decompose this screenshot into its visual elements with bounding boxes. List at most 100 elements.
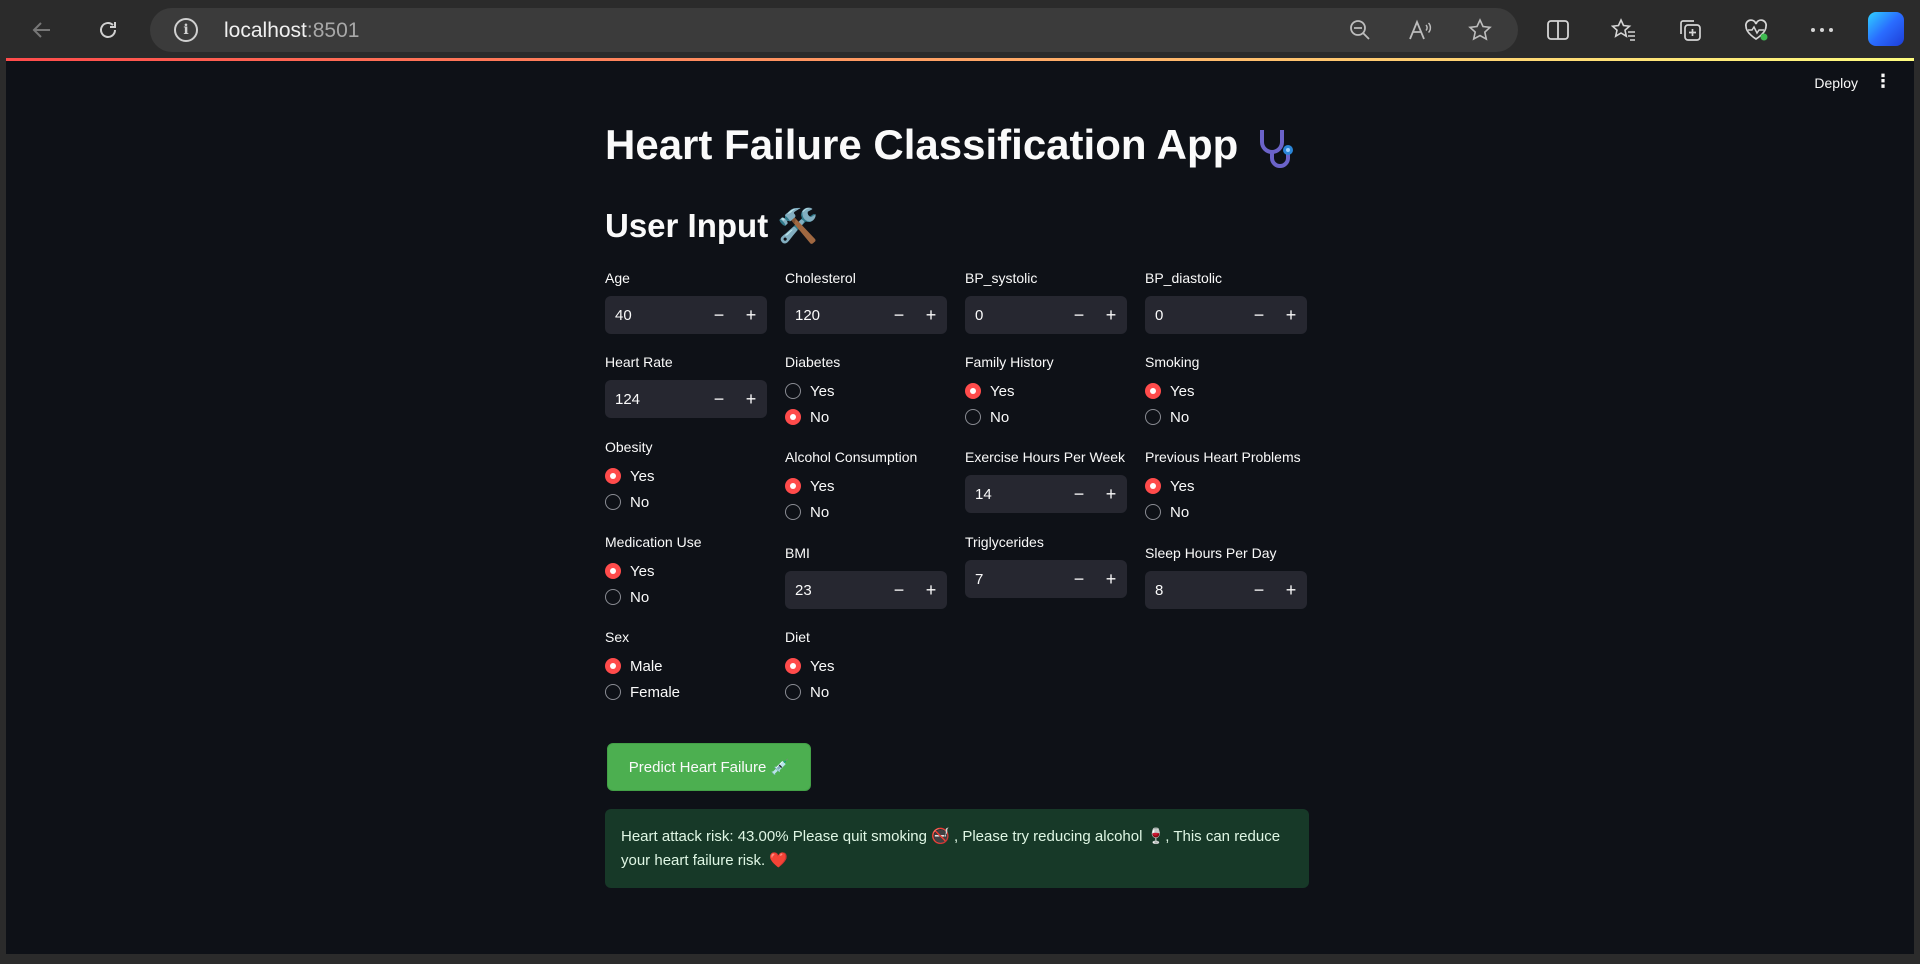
increment-button[interactable]: + <box>915 296 947 334</box>
radio-option-male[interactable]: Male <box>605 657 769 675</box>
decrement-button[interactable]: − <box>1063 475 1095 513</box>
medication-radio-group: Medication Use Yes No <box>605 534 769 606</box>
radio-button[interactable] <box>605 494 621 510</box>
radio-button-selected[interactable] <box>1145 383 1161 399</box>
radio-button-selected[interactable] <box>605 468 621 484</box>
number-input[interactable]: 23 − + <box>785 571 947 609</box>
number-input[interactable]: 40 − + <box>605 296 767 334</box>
increment-button[interactable]: + <box>1275 571 1307 609</box>
number-input[interactable]: 120 − + <box>785 296 947 334</box>
increment-button[interactable]: + <box>735 296 767 334</box>
increment-button[interactable]: + <box>1275 296 1307 334</box>
radio-option-no[interactable]: No <box>1145 408 1309 426</box>
sleep-input[interactable]: 8 <box>1145 582 1243 599</box>
decrement-button[interactable]: − <box>1243 571 1275 609</box>
radio-option-yes[interactable]: Yes <box>605 467 769 485</box>
age-input[interactable]: 40 <box>605 307 703 324</box>
exercise-input[interactable]: 14 <box>965 486 1063 503</box>
radio-label: Yes <box>1170 477 1195 495</box>
radio-button-selected[interactable] <box>785 409 801 425</box>
increment-button[interactable]: + <box>1095 475 1127 513</box>
decrement-button[interactable]: − <box>883 296 915 334</box>
increment-button[interactable]: + <box>1095 296 1127 334</box>
radio-option-yes[interactable]: Yes <box>785 382 949 400</box>
increment-button[interactable]: + <box>915 571 947 609</box>
radio-button[interactable] <box>785 684 801 700</box>
cholesterol-input[interactable]: 120 <box>785 307 883 324</box>
favorites-icon[interactable] <box>1606 12 1642 48</box>
field-label: Alcohol Consumption <box>785 449 918 465</box>
deploy-button[interactable]: Deploy <box>1814 75 1858 91</box>
radio-button[interactable] <box>1145 409 1161 425</box>
field-label: Age <box>605 270 630 286</box>
url-text[interactable]: localhost:8501 <box>224 19 359 43</box>
split-screen-icon[interactable] <box>1540 12 1576 48</box>
favorite-star-icon[interactable] <box>1466 16 1494 44</box>
radio-option-no[interactable]: No <box>605 493 769 511</box>
radio-option-yes[interactable]: Yes <box>605 562 769 580</box>
predict-button[interactable]: Predict Heart Failure 💉 <box>607 743 811 791</box>
radio-option-no[interactable]: No <box>965 408 1129 426</box>
radio-button-selected[interactable] <box>785 478 801 494</box>
obesity-radio-group: Obesity Yes No <box>605 439 769 511</box>
radio-option-no[interactable]: No <box>1145 503 1309 521</box>
radio-option-female[interactable]: Female <box>605 683 769 701</box>
radio-label: No <box>810 683 830 701</box>
radio-button-selected[interactable] <box>1145 478 1161 494</box>
collections-icon[interactable] <box>1672 12 1708 48</box>
radio-button[interactable] <box>965 409 981 425</box>
more-icon[interactable] <box>1804 12 1840 48</box>
radio-button[interactable] <box>1145 504 1161 520</box>
info-icon[interactable]: i <box>174 18 198 42</box>
radio-option-yes[interactable]: Yes <box>965 382 1129 400</box>
radio-button[interactable] <box>605 589 621 605</box>
decrement-button[interactable]: − <box>1063 560 1095 598</box>
copilot-icon[interactable] <box>1868 12 1904 46</box>
decrement-button[interactable]: − <box>703 296 735 334</box>
radio-button-selected[interactable] <box>785 658 801 674</box>
decrement-button[interactable]: − <box>883 571 915 609</box>
radio-option-yes[interactable]: Yes <box>785 657 949 675</box>
radio-button-selected[interactable] <box>605 658 621 674</box>
decrement-button[interactable]: − <box>1063 296 1095 334</box>
radio-label: No <box>630 588 650 606</box>
refresh-icon[interactable] <box>88 10 128 50</box>
back-arrow-icon[interactable] <box>22 10 62 50</box>
number-input[interactable]: 14 − + <box>965 475 1127 513</box>
bp-diastolic-input[interactable]: 0 <box>1145 307 1243 324</box>
increment-button[interactable]: + <box>735 380 767 418</box>
radio-button[interactable] <box>785 383 801 399</box>
number-input[interactable]: 124 − + <box>605 380 767 418</box>
number-input[interactable]: 8 − + <box>1145 571 1307 609</box>
number-input[interactable]: 0 − + <box>1145 296 1307 334</box>
radio-option-no[interactable]: No <box>605 588 769 606</box>
main-menu-icon[interactable]: ⋮ <box>1874 71 1892 92</box>
radio-button[interactable] <box>605 684 621 700</box>
bmi-input[interactable]: 23 <box>785 582 883 599</box>
radio-label: Yes <box>990 382 1015 400</box>
number-input[interactable]: 0 − + <box>965 296 1127 334</box>
radio-option-yes[interactable]: Yes <box>785 477 949 495</box>
triglycerides-input[interactable]: 7 <box>965 571 1063 588</box>
browser-essentials-icon[interactable] <box>1738 12 1774 48</box>
field-label: Cholesterol <box>785 270 856 286</box>
read-aloud-icon[interactable] <box>1406 16 1434 44</box>
heart-rate-input[interactable]: 124 <box>605 391 703 408</box>
number-input[interactable]: 7 − + <box>965 560 1127 598</box>
radio-button[interactable] <box>785 504 801 520</box>
field-label: Family History <box>965 354 1054 370</box>
bp-systolic-input[interactable]: 0 <box>965 307 1063 324</box>
radio-option-no[interactable]: No <box>785 503 949 521</box>
smoking-radio-group: Smoking Yes No <box>1145 354 1309 426</box>
zoom-out-icon[interactable] <box>1346 16 1374 44</box>
radio-option-yes[interactable]: Yes <box>1145 477 1309 495</box>
decrement-button[interactable]: − <box>1243 296 1275 334</box>
radio-option-no[interactable]: No <box>785 683 949 701</box>
radio-button-selected[interactable] <box>605 563 621 579</box>
address-bar[interactable]: i localhost:8501 <box>150 8 1518 52</box>
increment-button[interactable]: + <box>1095 560 1127 598</box>
radio-option-yes[interactable]: Yes <box>1145 382 1309 400</box>
radio-button-selected[interactable] <box>965 383 981 399</box>
radio-option-no[interactable]: No <box>785 408 949 426</box>
decrement-button[interactable]: − <box>703 380 735 418</box>
